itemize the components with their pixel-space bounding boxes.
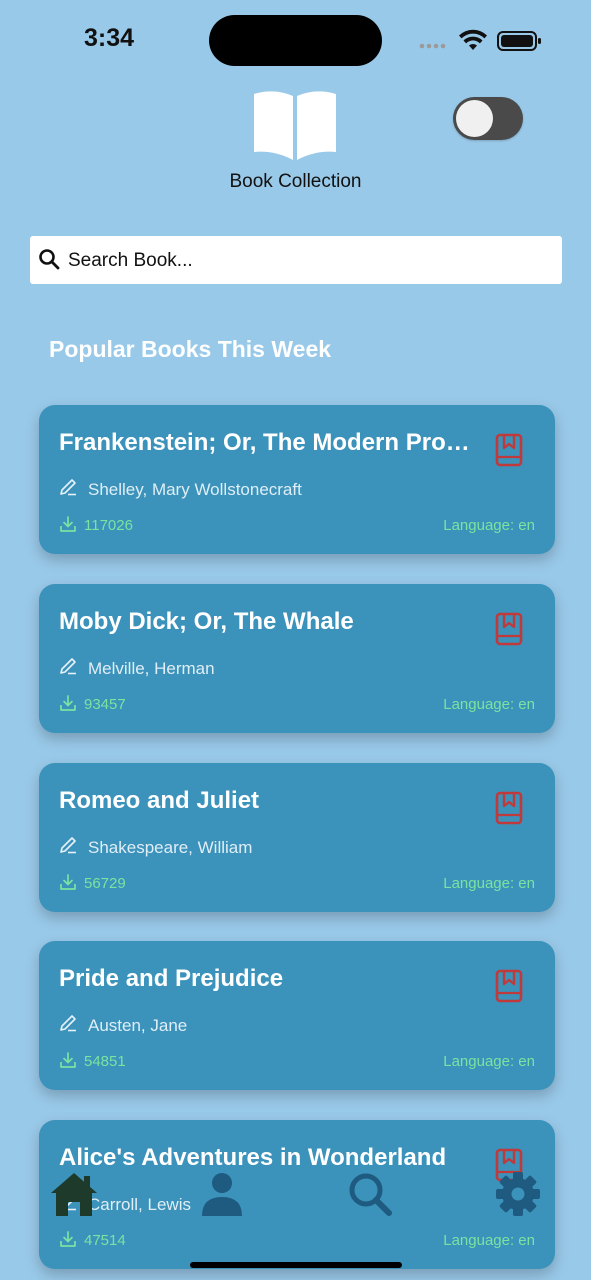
bookmark-book-icon[interactable] bbox=[495, 969, 523, 1003]
pen-icon bbox=[60, 479, 76, 496]
download-icon bbox=[60, 695, 76, 711]
home-icon bbox=[51, 1173, 97, 1216]
download-count: 54851 bbox=[84, 1053, 126, 1070]
pen-icon bbox=[60, 658, 76, 675]
book-title: Moby Dick; Or, The Whale bbox=[59, 608, 354, 635]
dynamic-island bbox=[209, 15, 382, 66]
book-card[interactable]: Romeo and Juliet Shakespeare, William 56… bbox=[39, 763, 555, 912]
book-language: Language: en bbox=[443, 696, 535, 713]
book-author: Austen, Jane bbox=[88, 1016, 188, 1035]
bookmark-book-icon[interactable] bbox=[495, 612, 523, 646]
status-time: 3:34 bbox=[84, 24, 135, 52]
book-language: Language: en bbox=[443, 875, 535, 892]
book-author: Carroll, Lewis bbox=[88, 1195, 191, 1214]
book-card[interactable]: Pride and Prejudice Austen, Jane 54851 L… bbox=[39, 941, 555, 1090]
download-icon bbox=[60, 1052, 76, 1068]
wifi-icon bbox=[459, 29, 487, 50]
book-author: Melville, Herman bbox=[88, 659, 215, 678]
book-title: Alice's Adventures in Wonderland bbox=[59, 1144, 447, 1171]
search-icon bbox=[349, 1173, 392, 1216]
toggle-knob bbox=[456, 100, 493, 137]
search-box[interactable] bbox=[30, 236, 562, 286]
download-count: 93457 bbox=[84, 696, 126, 713]
download-icon bbox=[60, 516, 76, 532]
download-icon bbox=[60, 874, 76, 890]
download-icon bbox=[60, 1231, 76, 1247]
book-language: Language: en bbox=[443, 1232, 535, 1249]
bookmark-book-icon[interactable] bbox=[495, 433, 523, 467]
download-count: 56729 bbox=[84, 875, 126, 892]
book-author: Shakespeare, William bbox=[88, 838, 253, 857]
book-title: Romeo and Juliet bbox=[59, 787, 260, 814]
bookmark-book-icon[interactable] bbox=[495, 791, 523, 825]
pen-icon bbox=[60, 837, 76, 854]
book-author: Shelley, Mary Wollstonecraft bbox=[88, 480, 302, 499]
battery-icon bbox=[497, 31, 541, 51]
download-count: 47514 bbox=[84, 1232, 126, 1249]
book-title: Pride and Prejudice bbox=[59, 965, 284, 992]
pen-icon bbox=[60, 1015, 76, 1032]
gear-icon bbox=[496, 1172, 540, 1216]
search-input[interactable] bbox=[66, 236, 550, 286]
nav-profile[interactable] bbox=[198, 1170, 246, 1218]
book-card[interactable]: Alice's Adventures in Wonderland Carroll… bbox=[39, 1120, 555, 1269]
book-title: Frankenstein; Or, The Modern Prometheus bbox=[59, 429, 479, 456]
nav-settings[interactable] bbox=[494, 1170, 542, 1218]
nav-home[interactable] bbox=[50, 1170, 98, 1218]
theme-toggle[interactable] bbox=[453, 97, 523, 140]
search-icon bbox=[39, 249, 60, 270]
status-icons bbox=[419, 29, 541, 51]
book-language: Language: en bbox=[443, 517, 535, 534]
nav-search[interactable] bbox=[346, 1170, 394, 1218]
book-card[interactable]: Frankenstein; Or, The Modern Prometheus … bbox=[39, 405, 555, 554]
person-icon bbox=[202, 1173, 242, 1216]
book-card[interactable]: Moby Dick; Or, The Whale Melville, Herma… bbox=[39, 584, 555, 733]
download-count: 117026 bbox=[84, 517, 133, 534]
app-title: Book Collection bbox=[229, 171, 362, 192]
book-language: Language: en bbox=[443, 1053, 535, 1070]
open-book-icon bbox=[254, 91, 336, 160]
home-indicator bbox=[190, 1262, 402, 1268]
cellular-signal-icon bbox=[419, 43, 446, 49]
section-title: Popular Books This Week bbox=[49, 336, 332, 362]
